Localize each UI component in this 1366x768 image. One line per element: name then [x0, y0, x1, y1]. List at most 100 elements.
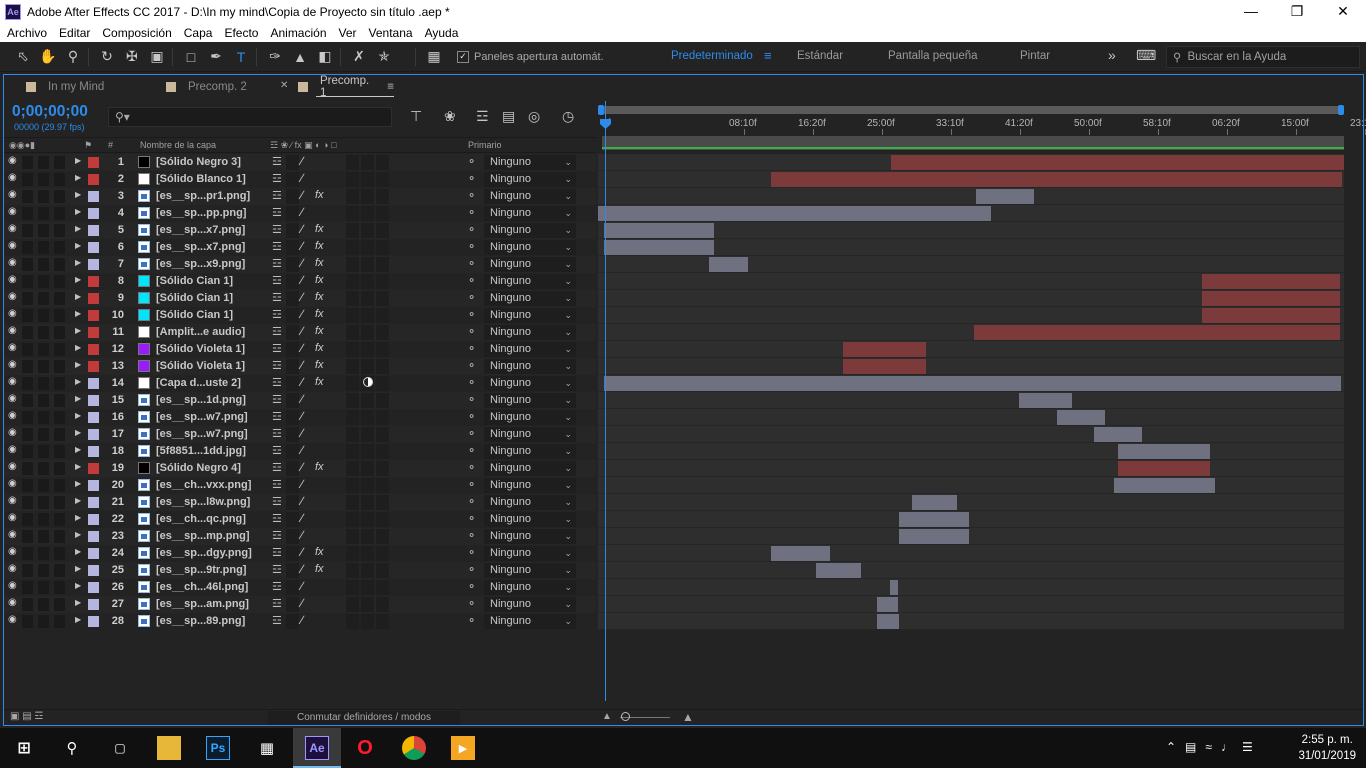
visibility-eye-icon[interactable]: ◉ [8, 325, 17, 336]
effects-switch-icon[interactable]: fx [315, 240, 324, 252]
shy-switch-icon[interactable]: ☲ [272, 444, 282, 457]
motion-blur-cell[interactable] [361, 495, 374, 510]
current-time-indicator[interactable] [600, 101, 611, 701]
quality-switch-icon[interactable]: ∕ [301, 511, 303, 525]
layer-name[interactable]: [es__sp...mp.png] [156, 530, 250, 542]
3d-layer-cell[interactable] [376, 291, 389, 306]
workspace-pintar[interactable]: Pintar [1020, 50, 1050, 62]
pick-whip-icon[interactable]: ⚬ [467, 172, 476, 185]
close-button[interactable]: ✕ [1320, 0, 1366, 24]
solo-toggle-cell[interactable] [38, 309, 49, 322]
layer-name[interactable]: [Capa d...uste 2] [156, 377, 241, 389]
search-icon[interactable]: ⚲ [60, 736, 84, 760]
lock-toggle-cell[interactable] [54, 309, 65, 322]
label-color-swatch[interactable] [88, 276, 99, 287]
frame-blend-cell[interactable] [346, 342, 359, 357]
layer-row[interactable]: ◉ ▶ 24 [es__sp...dgy.png] ☲ ∕ fx ⚬ Ninguno ⌄ [4, 545, 596, 562]
visibility-eye-icon[interactable]: ◉ [8, 563, 17, 574]
3d-layer-cell[interactable] [376, 614, 389, 629]
layer-row[interactable]: ◉ ▶ 10 [Sólido Cian 1] ☲ ∕ fx ⚬ Ninguno ⌄ [4, 307, 596, 324]
quality-switch-icon[interactable]: ∕ [301, 375, 303, 389]
motion-blur-cell[interactable] [361, 206, 374, 221]
pick-whip-icon[interactable]: ⚬ [467, 189, 476, 202]
frame-blend-cell[interactable] [346, 597, 359, 612]
quality-switch-icon[interactable]: ∕ [301, 426, 303, 440]
quality-switch-icon[interactable]: ∕ [301, 307, 303, 321]
3d-layer-cell[interactable] [376, 427, 389, 442]
motion-blur-cell[interactable] [361, 580, 374, 595]
shy-switch-icon[interactable]: ☲ [272, 393, 282, 406]
shy-switch-icon[interactable]: ☲ [272, 376, 282, 389]
zoom-in-icon[interactable]: ▲ [682, 710, 694, 724]
motion-blur-cell[interactable] [361, 478, 374, 493]
solo-toggle-cell[interactable] [38, 428, 49, 441]
expand-triangle-icon[interactable]: ▶ [75, 309, 81, 318]
parent-dropdown[interactable]: Ninguno ⌄ [484, 206, 576, 221]
quality-switch-icon[interactable]: ∕ [301, 545, 303, 559]
opera-icon[interactable]: O [353, 736, 377, 760]
pick-whip-icon[interactable]: ⚬ [467, 257, 476, 270]
3d-layer-cell[interactable] [376, 444, 389, 459]
pick-whip-icon[interactable]: ⚬ [467, 359, 476, 372]
lock-toggle-cell[interactable] [54, 292, 65, 305]
layer-duration-bar[interactable] [912, 495, 957, 510]
quality-switch-icon[interactable]: ∕ [301, 171, 303, 185]
solo-toggle-cell[interactable] [38, 258, 49, 271]
parent-dropdown[interactable]: Ninguno ⌄ [484, 240, 576, 255]
label-color-swatch[interactable] [88, 463, 99, 474]
layer-row[interactable]: ◉ ▶ 26 [es__ch...46l.png] ☲ ∕ ⚬ Ninguno ⌄ [4, 579, 596, 596]
frame-blend-cell[interactable] [346, 240, 359, 255]
quality-switch-icon[interactable]: ∕ [301, 392, 303, 406]
expand-triangle-icon[interactable]: ▶ [75, 581, 81, 590]
menu-efecto[interactable]: Efecto [224, 26, 258, 40]
draft-3d-icon[interactable]: ❀ [444, 108, 456, 125]
menu-composicion[interactable]: Composición [102, 26, 171, 40]
expand-triangle-icon[interactable]: ▶ [75, 547, 81, 556]
collapse-switch-cell[interactable] [286, 274, 299, 289]
expand-triangle-icon[interactable]: ▶ [75, 190, 81, 199]
help-search-input[interactable]: ⚲ Buscar en la Ayuda [1166, 46, 1360, 68]
motion-blur-cell[interactable] [361, 444, 374, 459]
audio-toggle-cell[interactable] [22, 224, 33, 237]
layer-name[interactable]: [es__sp...dgy.png] [156, 547, 252, 559]
pick-whip-icon[interactable]: ⚬ [467, 614, 476, 627]
shy-switch-icon[interactable]: ☲ [272, 189, 282, 202]
quality-switch-icon[interactable]: ∕ [301, 562, 303, 576]
pick-whip-icon[interactable]: ⚬ [467, 342, 476, 355]
pick-whip-icon[interactable]: ⚬ [467, 563, 476, 576]
effects-switch-icon[interactable]: fx [315, 563, 324, 575]
layer-name[interactable]: [es__sp...pp.png] [156, 207, 246, 219]
motion-blur-cell[interactable] [361, 359, 374, 374]
minimize-button[interactable]: — [1228, 0, 1274, 24]
layer-name[interactable]: [es__sp...89.png] [156, 615, 245, 627]
quality-switch-icon[interactable]: ∕ [301, 613, 303, 627]
parent-dropdown[interactable]: Ninguno ⌄ [484, 580, 576, 595]
switches-column-icons[interactable]: ☲ ❀ ∕ fx ▣ ◐ ◑ □ [270, 140, 336, 151]
audio-toggle-cell[interactable] [22, 207, 33, 220]
frame-blend-cell[interactable] [346, 223, 359, 238]
type-tool-icon[interactable]: T [230, 46, 252, 68]
parent-dropdown[interactable]: Ninguno ⌄ [484, 291, 576, 306]
lock-toggle-cell[interactable] [54, 224, 65, 237]
quality-switch-icon[interactable]: ∕ [301, 596, 303, 610]
layer-row[interactable]: ◉ ▶ 22 [es__ch...qc.png] ☲ ∕ ⚬ Ninguno ⌄ [4, 511, 596, 528]
effects-switch-icon[interactable]: fx [315, 376, 324, 388]
effects-switch-icon[interactable]: fx [315, 461, 324, 473]
tab-precomp-2[interactable]: Precomp. 2 [144, 75, 284, 99]
collapse-switch-cell[interactable] [286, 325, 299, 340]
parent-dropdown[interactable]: Ninguno ⌄ [484, 461, 576, 476]
parent-dropdown[interactable]: Ninguno ⌄ [484, 155, 576, 170]
tab-menu-icon[interactable]: ≡ [387, 81, 394, 93]
more-workspaces-icon[interactable]: » [1108, 47, 1116, 63]
3d-layer-cell[interactable] [376, 597, 389, 612]
audio-toggle-cell[interactable] [22, 258, 33, 271]
quality-switch-icon[interactable]: ∕ [301, 188, 303, 202]
motion-blur-cell[interactable] [361, 189, 374, 204]
expand-triangle-icon[interactable]: ▶ [75, 360, 81, 369]
menu-ver[interactable]: Ver [339, 26, 357, 40]
frame-blending-icon[interactable]: ▤ [502, 108, 515, 125]
collapse-switch-cell[interactable] [286, 376, 299, 391]
label-color-swatch[interactable] [88, 497, 99, 508]
solo-toggle-cell[interactable] [38, 292, 49, 305]
parent-dropdown[interactable]: Ninguno ⌄ [484, 495, 576, 510]
